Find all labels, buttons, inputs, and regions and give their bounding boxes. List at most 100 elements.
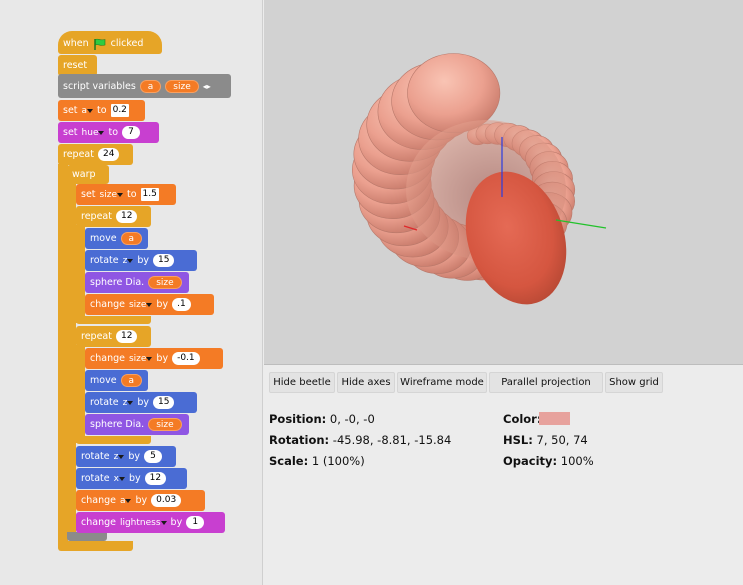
set-hue-block[interactable]: set hue to 7 (58, 122, 159, 143)
repeat-12-block[interactable]: repeat 12 (76, 326, 151, 347)
dropdown-arrow-icon (146, 302, 153, 307)
wireframe-mode-button[interactable]: Wireframe mode (397, 372, 487, 393)
hat-when-label: when (63, 38, 89, 49)
repeat-count-slot[interactable]: 24 (97, 148, 120, 161)
var-a-reporter[interactable]: a (120, 374, 143, 387)
by-label: by (128, 451, 141, 462)
hsl-info: HSL: 7, 50, 74 (503, 433, 588, 447)
dropdown-arrow-icon (127, 258, 134, 263)
value-slot[interactable]: 7 (122, 126, 141, 139)
warp-arm (67, 182, 76, 538)
value-slot[interactable]: 12 (144, 472, 167, 485)
set-size-block[interactable]: set size to 1.5 (76, 184, 176, 205)
change-size-block[interactable]: change size by .1 (85, 294, 214, 315)
rotate-block[interactable]: rotate z by 5 (76, 446, 176, 467)
repeat-count-slot[interactable]: 12 (115, 330, 138, 343)
dropdown-arrow-icon (146, 356, 153, 361)
rotate-label: rotate (81, 451, 110, 462)
value-slot[interactable]: .1 (172, 298, 191, 311)
repeat-label: repeat (81, 211, 112, 222)
rotate-block[interactable]: rotate z by 15 (85, 250, 197, 271)
warp-block[interactable]: warp (67, 165, 109, 184)
axis-dropdown[interactable]: z (123, 256, 134, 266)
value-slot[interactable]: 1.5 (140, 188, 159, 201)
repeat-outer-foot (58, 541, 133, 551)
hide-axes-button[interactable]: Hide axes (337, 372, 395, 393)
axis-dropdown[interactable]: z (123, 398, 134, 408)
to-label: to (126, 189, 137, 200)
hide-beetle-button[interactable]: Hide beetle (269, 372, 335, 393)
var-dropdown-value: size (128, 353, 147, 364)
reset-block[interactable]: reset (58, 55, 97, 76)
color-label: Color: (503, 412, 542, 426)
change-label: change (90, 299, 125, 310)
rotation-value: -45.98, -8.81, -15.84 (332, 433, 452, 447)
when-flag-clicked-hat[interactable]: when clicked (58, 31, 162, 54)
show-grid-button[interactable]: Show grid (605, 372, 663, 393)
repeat1-arm (76, 225, 85, 323)
value-slot[interactable]: -0.1 (172, 352, 200, 365)
rotate-block[interactable]: rotate z by 15 (85, 392, 197, 413)
var-dropdown[interactable]: a (120, 496, 132, 506)
dropdown-arrow-icon (160, 520, 167, 525)
var-dropdown[interactable]: size (100, 190, 123, 200)
repeat-count-slot[interactable]: 12 (115, 210, 138, 223)
to-label: to (108, 127, 119, 138)
script-variables-block[interactable]: script variables a size ◂▸ (58, 74, 231, 98)
value-slot[interactable]: 15 (153, 396, 175, 409)
repeat1-foot (76, 316, 151, 324)
var-size-reporter[interactable]: size (148, 418, 182, 431)
rotate-label: rotate (81, 473, 110, 484)
position-info: Position: 0, -0, -0 (269, 412, 375, 426)
move-block[interactable]: move a (85, 370, 148, 391)
axis-dropdown[interactable]: x (114, 474, 125, 484)
var-dropdown[interactable]: size (129, 300, 153, 310)
axis-dropdown[interactable]: z (114, 452, 125, 462)
dropdown-arrow-icon (125, 498, 132, 503)
opacity-info: Opacity: 100% (503, 454, 594, 468)
warp-foot (67, 532, 107, 541)
value-slot[interactable]: 0.03 (151, 494, 182, 507)
script-area[interactable]: when clicked reset script variables a si… (0, 0, 263, 585)
value-slot[interactable]: 1 (186, 516, 205, 529)
move-block[interactable]: move a (85, 228, 148, 249)
add-remove-arrows-icon[interactable]: ◂▸ (203, 82, 211, 91)
sphere-block[interactable]: sphere Dia. size (85, 414, 189, 435)
pen-attr-dropdown[interactable]: lightness (120, 518, 167, 528)
position-label: Position: (269, 412, 327, 426)
parallel-projection-button[interactable]: Parallel projection (489, 372, 603, 393)
value-slot[interactable]: 15 (153, 254, 175, 267)
change-label: change (90, 353, 125, 364)
rotate-block[interactable]: rotate x by 12 (76, 468, 187, 489)
var-a-reporter[interactable]: a (120, 232, 143, 245)
value-slot[interactable]: 5 (144, 450, 163, 463)
repeat-24-block[interactable]: repeat 24 (58, 144, 133, 165)
dropdown-arrow-icon (87, 108, 94, 113)
var-a-pill[interactable]: a (139, 79, 162, 93)
var-size-reporter[interactable]: size (148, 276, 182, 289)
by-label: by (137, 255, 150, 266)
change-a-block[interactable]: change a by 0.03 (76, 490, 205, 511)
value-slot[interactable]: 0.2 (110, 104, 129, 117)
rotate-label: rotate (90, 397, 119, 408)
pen-attr-dropdown[interactable]: hue (82, 128, 105, 138)
var-dropdown[interactable]: size (128, 353, 153, 364)
hsl-label: HSL: (503, 433, 533, 447)
change-size-block[interactable]: change size by -0.1 (85, 348, 223, 369)
var-size-pill[interactable]: size (165, 79, 199, 93)
set-a-block[interactable]: set a to 0.2 (58, 100, 145, 121)
shell-render (352, 53, 607, 305)
change-label: change (81, 495, 116, 506)
rotation-label: Rotation: (269, 433, 330, 447)
change-lightness-block[interactable]: change lightness by 1 (76, 512, 225, 533)
repeat2-arm (76, 345, 85, 443)
color-info: Color: (503, 412, 541, 426)
pen-attr-value: lightness (119, 517, 161, 528)
rotation-info: Rotation: -45.98, -8.81, -15.84 (269, 433, 451, 447)
stage-3d-view[interactable] (264, 0, 743, 365)
sphere-block[interactable]: sphere Dia. size (85, 272, 189, 293)
var-dropdown[interactable]: a (82, 106, 94, 116)
repeat-label: repeat (63, 149, 94, 160)
repeat-12-block[interactable]: repeat 12 (76, 206, 151, 227)
scale-label: Scale: (269, 454, 309, 468)
